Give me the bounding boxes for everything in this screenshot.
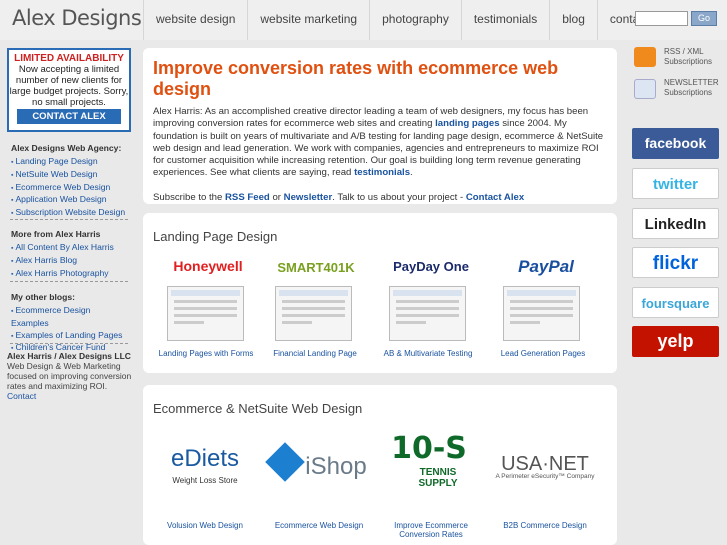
- intro-panel: Improve conversion rates with ecommerce …: [143, 48, 617, 204]
- agency-link[interactable]: Application Web Design: [11, 194, 129, 207]
- ecommerce-panel: Ecommerce & NetSuite Web Design eDiets W…: [143, 385, 617, 545]
- search-input[interactable]: [635, 11, 688, 26]
- facebook-button[interactable]: facebook: [632, 128, 719, 159]
- rss-subscription[interactable]: RSS / XML Subscriptions: [664, 47, 712, 67]
- ecommerce-heading: Ecommerce & NetSuite Web Design: [153, 401, 363, 416]
- testimonials-link[interactable]: testimonials: [354, 167, 410, 178]
- ediets-tagline: Weight Loss Store: [172, 476, 238, 485]
- newsletter-link[interactable]: Newsletter: [284, 192, 333, 203]
- newsletter-envelope-icon[interactable]: [634, 79, 656, 99]
- agency-link[interactable]: Landing Page Design: [11, 156, 129, 169]
- landing-thumbnail[interactable]: [503, 286, 580, 341]
- company-info: Alex Harris / Alex Designs LLC Web Desig…: [7, 351, 137, 401]
- divider: [10, 343, 128, 344]
- company-name: Alex Harris / Alex Designs LLC: [7, 351, 131, 361]
- landing-thumbnail[interactable]: [389, 286, 466, 341]
- blog-link[interactable]: Examples of Landing Pages: [11, 330, 129, 343]
- promo-text: Now accepting a limited number of new cl…: [9, 64, 129, 108]
- nav-photography[interactable]: photography: [369, 0, 461, 40]
- smart401k-logo[interactable]: SMART401K: [271, 260, 361, 275]
- nav-website-design[interactable]: website design: [143, 0, 247, 40]
- intro-paragraph: Alex Harris: As an accomplished creative…: [153, 106, 604, 179]
- agency-heading: Alex Designs Web Agency:: [11, 143, 122, 153]
- conversion-rates-link[interactable]: Improve Ecommerce Conversion Rates: [381, 521, 481, 539]
- ab-testing-link[interactable]: AB & Multivariate Testing: [375, 349, 481, 358]
- foursquare-button[interactable]: foursquare: [632, 287, 719, 318]
- divider: [10, 281, 128, 282]
- more-link[interactable]: Alex Harris Photography: [11, 268, 129, 281]
- usanet-tagline: A Perimeter eSecurity™ Company: [495, 473, 595, 480]
- honeywell-logo[interactable]: Honeywell: [163, 258, 253, 274]
- ediets-logo[interactable]: eDiets: [159, 445, 251, 473]
- divider: [10, 219, 128, 220]
- rss-icon[interactable]: [634, 47, 656, 67]
- nav-testimonials[interactable]: testimonials: [460, 0, 549, 40]
- agency-link[interactable]: Ecommerce Web Design: [11, 182, 129, 195]
- blogs-section: My other blogs: Ecommerce Design Example…: [11, 292, 129, 355]
- twitter-button[interactable]: twitter: [632, 168, 719, 199]
- landing-forms-link[interactable]: Landing Pages with Forms: [153, 349, 259, 358]
- contact-alex-link[interactable]: Contact Alex: [466, 192, 524, 203]
- landing-pages-link[interactable]: landing pages: [435, 118, 500, 129]
- promo-heading: LIMITED AVAILABILITY: [14, 53, 124, 64]
- tennis-supply-tagline: TENNIS SUPPLY: [418, 467, 458, 489]
- search-go-button[interactable]: Go: [691, 11, 717, 26]
- nav-website-marketing[interactable]: website marketing: [247, 0, 369, 40]
- landing-heading: Landing Page Design: [153, 229, 278, 244]
- blogs-heading: My other blogs:: [11, 292, 75, 302]
- rss-feed-link[interactable]: RSS Feed: [225, 192, 270, 203]
- company-contact-link[interactable]: Contact: [7, 391, 36, 401]
- financial-landing-link[interactable]: Financial Landing Page: [265, 349, 365, 358]
- landing-thumbnail[interactable]: [167, 286, 244, 341]
- more-link[interactable]: Alex Harris Blog: [11, 255, 129, 268]
- agency-section: Alex Designs Web Agency: Landing Page De…: [11, 143, 129, 220]
- ishop-logo[interactable]: iShop: [301, 453, 371, 481]
- contact-alex-button[interactable]: CONTACT ALEX: [17, 109, 121, 124]
- more-link[interactable]: All Content By Alex Harris: [11, 242, 129, 255]
- blog-link[interactable]: Ecommerce Design Examples: [11, 305, 129, 330]
- payday-one-logo[interactable]: PayDay One: [386, 259, 476, 274]
- availability-promo: LIMITED AVAILABILITY Now accepting a lim…: [7, 48, 131, 132]
- more-section: More from Alex Harris All Content By Ale…: [11, 229, 129, 280]
- lead-generation-link[interactable]: Lead Generation Pages: [491, 349, 595, 358]
- subscribe-line: Subscribe to the RSS Feed or Newsletter.…: [153, 191, 525, 203]
- newsletter-subscription[interactable]: NEWSLETTER Subscriptions: [664, 78, 719, 98]
- yelp-button[interactable]: yelp: [632, 326, 719, 357]
- site-logo[interactable]: Alex Designs: [12, 6, 142, 30]
- landing-page-panel: Landing Page Design Honeywell SMART401K …: [143, 213, 617, 373]
- volusion-link[interactable]: Volusion Web Design: [155, 521, 255, 530]
- ishop-cube-icon: [265, 442, 305, 482]
- nav-blog[interactable]: blog: [549, 0, 597, 40]
- page-title: Improve conversion rates with ecommerce …: [153, 58, 559, 99]
- tennis-supply-logo[interactable]: 10-S: [389, 431, 469, 466]
- b2b-commerce-link[interactable]: B2B Commerce Design: [493, 521, 597, 530]
- paypal-logo[interactable]: PayPal: [501, 257, 591, 277]
- flickr-button[interactable]: flickr: [632, 247, 719, 278]
- main-nav: website design website marketing photogr…: [143, 0, 661, 40]
- company-description: Web Design & Web Marketing focused on im…: [7, 361, 132, 391]
- more-heading: More from Alex Harris: [11, 229, 101, 239]
- linkedin-button[interactable]: LinkedIn: [632, 208, 719, 239]
- landing-thumbnail[interactable]: [275, 286, 352, 341]
- ecommerce-design-link[interactable]: Ecommerce Web Design: [265, 521, 373, 530]
- agency-link[interactable]: NetSuite Web Design: [11, 169, 129, 182]
